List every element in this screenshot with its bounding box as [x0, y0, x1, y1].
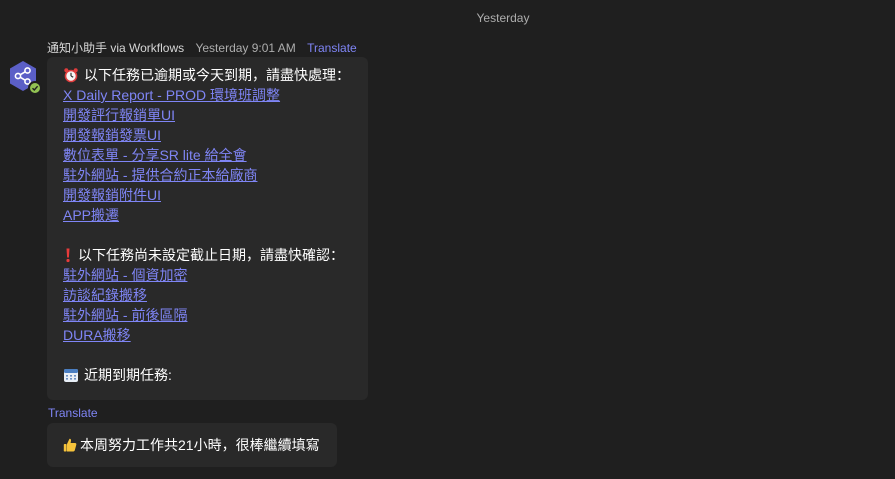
task-item: X Daily Report - PROD 環境班調整 [63, 85, 352, 105]
message-timestamp: Yesterday 9:01 AM [195, 41, 296, 55]
task-item: 開發報銷發票UI [63, 125, 352, 145]
upcoming-heading: 近期到期任務: [63, 365, 352, 385]
task-item: 開發評行報銷單UI [63, 105, 352, 125]
task-link[interactable]: X Daily Report - PROD 環境班調整 [63, 87, 280, 103]
no-due-heading: 以下任務尚未設定截止日期，請盡快確認： [63, 245, 352, 265]
no-due-task-list: 駐外網站 - 個資加密 訪談紀錄搬移駐外網站 - 前後區隔 DURA搬移 [63, 265, 352, 345]
task-item: 數位表單 - 分享SR lite 給全會 [63, 145, 352, 165]
calendar-icon [63, 365, 79, 385]
task-link[interactable]: 訪談紀錄搬移 [63, 287, 147, 303]
message-header: 通知小助手 via Workflows Yesterday 9:01 AM Tr… [47, 39, 357, 56]
avatar[interactable] [7, 60, 42, 95]
task-link[interactable]: 駐外網站 - 個資加密 [63, 267, 187, 283]
task-item: 開發報銷附件UI [63, 185, 352, 205]
task-link[interactable]: 開發評行報銷單UI [63, 107, 175, 123]
task-link[interactable]: 數位表單 - 分享SR lite 給全會 [63, 147, 247, 163]
task-link[interactable]: 駐外網站 - 提供合約正本給廠商 [63, 167, 257, 183]
overdue-heading: 以下任務已逾期或今天到期，請盡快處理： [63, 65, 352, 85]
task-item: 訪談紀錄搬移 [63, 285, 352, 305]
task-link[interactable]: APP搬遷 [63, 207, 119, 223]
task-link[interactable]: DURA搬移 [63, 327, 131, 343]
chat-pane: Yesterday 通知小助手 via Workflows Yesterday … [0, 0, 895, 479]
thumbs-up-icon [63, 437, 77, 453]
exclamation-icon [63, 245, 73, 265]
task-link[interactable]: 駐外網站 - 前後區隔 [63, 307, 187, 323]
sender-name: 通知小助手 via Workflows [47, 41, 185, 55]
task-item: DURA搬移 [63, 325, 352, 345]
day-divider: Yesterday [476, 11, 530, 25]
translate-link-2[interactable]: Translate [48, 406, 98, 420]
task-item: 駐外網站 - 提供合約正本給廠商 [63, 165, 352, 185]
task-item: 駐外網站 - 個資加密 [63, 265, 352, 285]
task-item: 駐外網站 - 前後區隔 [63, 305, 352, 325]
message-bubble-2: 本周努力工作共21小時，很棒繼續填寫 [47, 423, 337, 467]
translate-link[interactable]: Translate [307, 41, 357, 55]
task-link[interactable]: 開發報銷發票UI [63, 127, 161, 143]
alarm-clock-icon [63, 65, 79, 85]
task-link[interactable]: 開發報銷附件UI [63, 187, 161, 203]
message-2-text: 本周努力工作共21小時，很棒繼續填寫 [80, 437, 320, 453]
overdue-task-list: X Daily Report - PROD 環境班調整 開發評行報銷單UI 開發報銷… [63, 85, 352, 225]
presence-available-icon [28, 81, 42, 95]
message-bubble: 以下任務已逾期或今天到期，請盡快處理： X Daily Report - PRO… [47, 57, 368, 400]
task-item: APP搬遷 [63, 205, 352, 225]
